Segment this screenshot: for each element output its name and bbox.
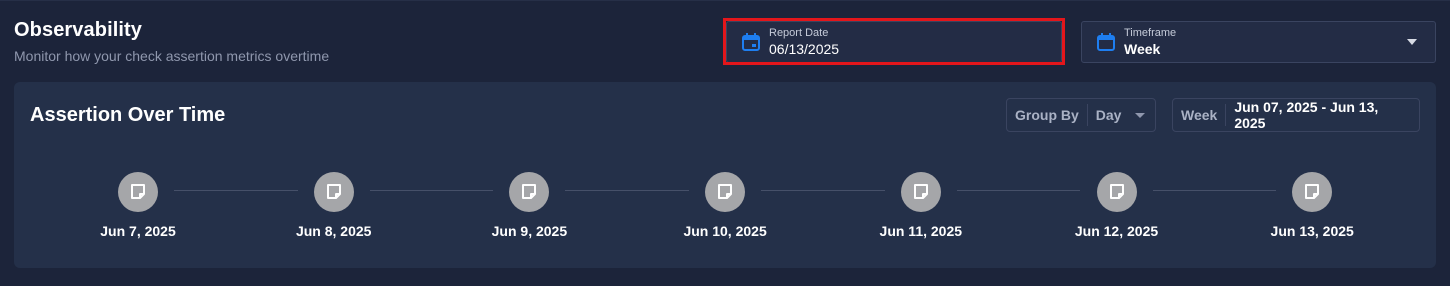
report-date-value: 06/13/2025 — [769, 41, 840, 57]
observability-page: Observability Monitor how your check ass… — [0, 0, 1450, 286]
timeline-date-label: Jun 13, 2025 — [1270, 223, 1354, 239]
timeline-date-label: Jun 9, 2025 — [491, 223, 568, 239]
page-subtitle: Monitor how your check assertion metrics… — [14, 48, 330, 64]
timeline-node[interactable] — [1096, 172, 1137, 212]
timeline-node[interactable] — [705, 172, 746, 212]
timeline-connector — [1152, 190, 1277, 191]
assertion-over-time-card: Assertion Over Time Group By Day Week Ju… — [14, 82, 1436, 268]
timeline-connector — [369, 190, 494, 191]
timeframe-select[interactable]: Timeframe Week — [1081, 21, 1436, 63]
note-icon — [1108, 183, 1126, 201]
timeline-connector — [174, 190, 298, 191]
timeline-date-label: Jun 8, 2025 — [295, 223, 372, 239]
chevron-down-icon — [1407, 39, 1417, 45]
timeframe-label: Timeframe — [1124, 27, 1177, 39]
note-icon — [1303, 183, 1321, 201]
timeline-node[interactable] — [1292, 172, 1333, 212]
note-icon — [716, 183, 734, 201]
report-date-label: Report Date — [769, 27, 829, 39]
note-icon — [129, 183, 147, 201]
page-title: Observability — [14, 19, 143, 41]
timeline-node[interactable] — [900, 172, 941, 212]
timeline-connector — [565, 190, 690, 191]
timeline-date-label: Jun 10, 2025 — [683, 223, 767, 239]
timeframe-value: Week — [1124, 41, 1161, 57]
timeline-connector — [761, 190, 885, 191]
timeline-date-label: Jun 11, 2025 — [879, 223, 963, 239]
timeline-node[interactable] — [509, 172, 550, 212]
note-icon — [520, 183, 538, 201]
timeline-connector — [956, 190, 1081, 191]
calendar-icon — [1096, 32, 1116, 52]
timeline: Jun 7, 2025 Jun 8, 2025 Jun 9, 2025 Jun 10,… — [14, 82, 1436, 268]
timeline-date-label: Jun 7, 2025 — [100, 223, 176, 239]
timeline-node[interactable] — [313, 172, 354, 212]
note-icon — [325, 183, 343, 201]
report-date-picker[interactable]: Report Date 06/13/2025 — [726, 21, 1062, 63]
calendar-icon — [741, 32, 761, 52]
timeline-date-label: Jun 12, 2025 — [1074, 223, 1159, 239]
timeline-node[interactable] — [118, 172, 158, 212]
note-icon — [912, 183, 930, 201]
